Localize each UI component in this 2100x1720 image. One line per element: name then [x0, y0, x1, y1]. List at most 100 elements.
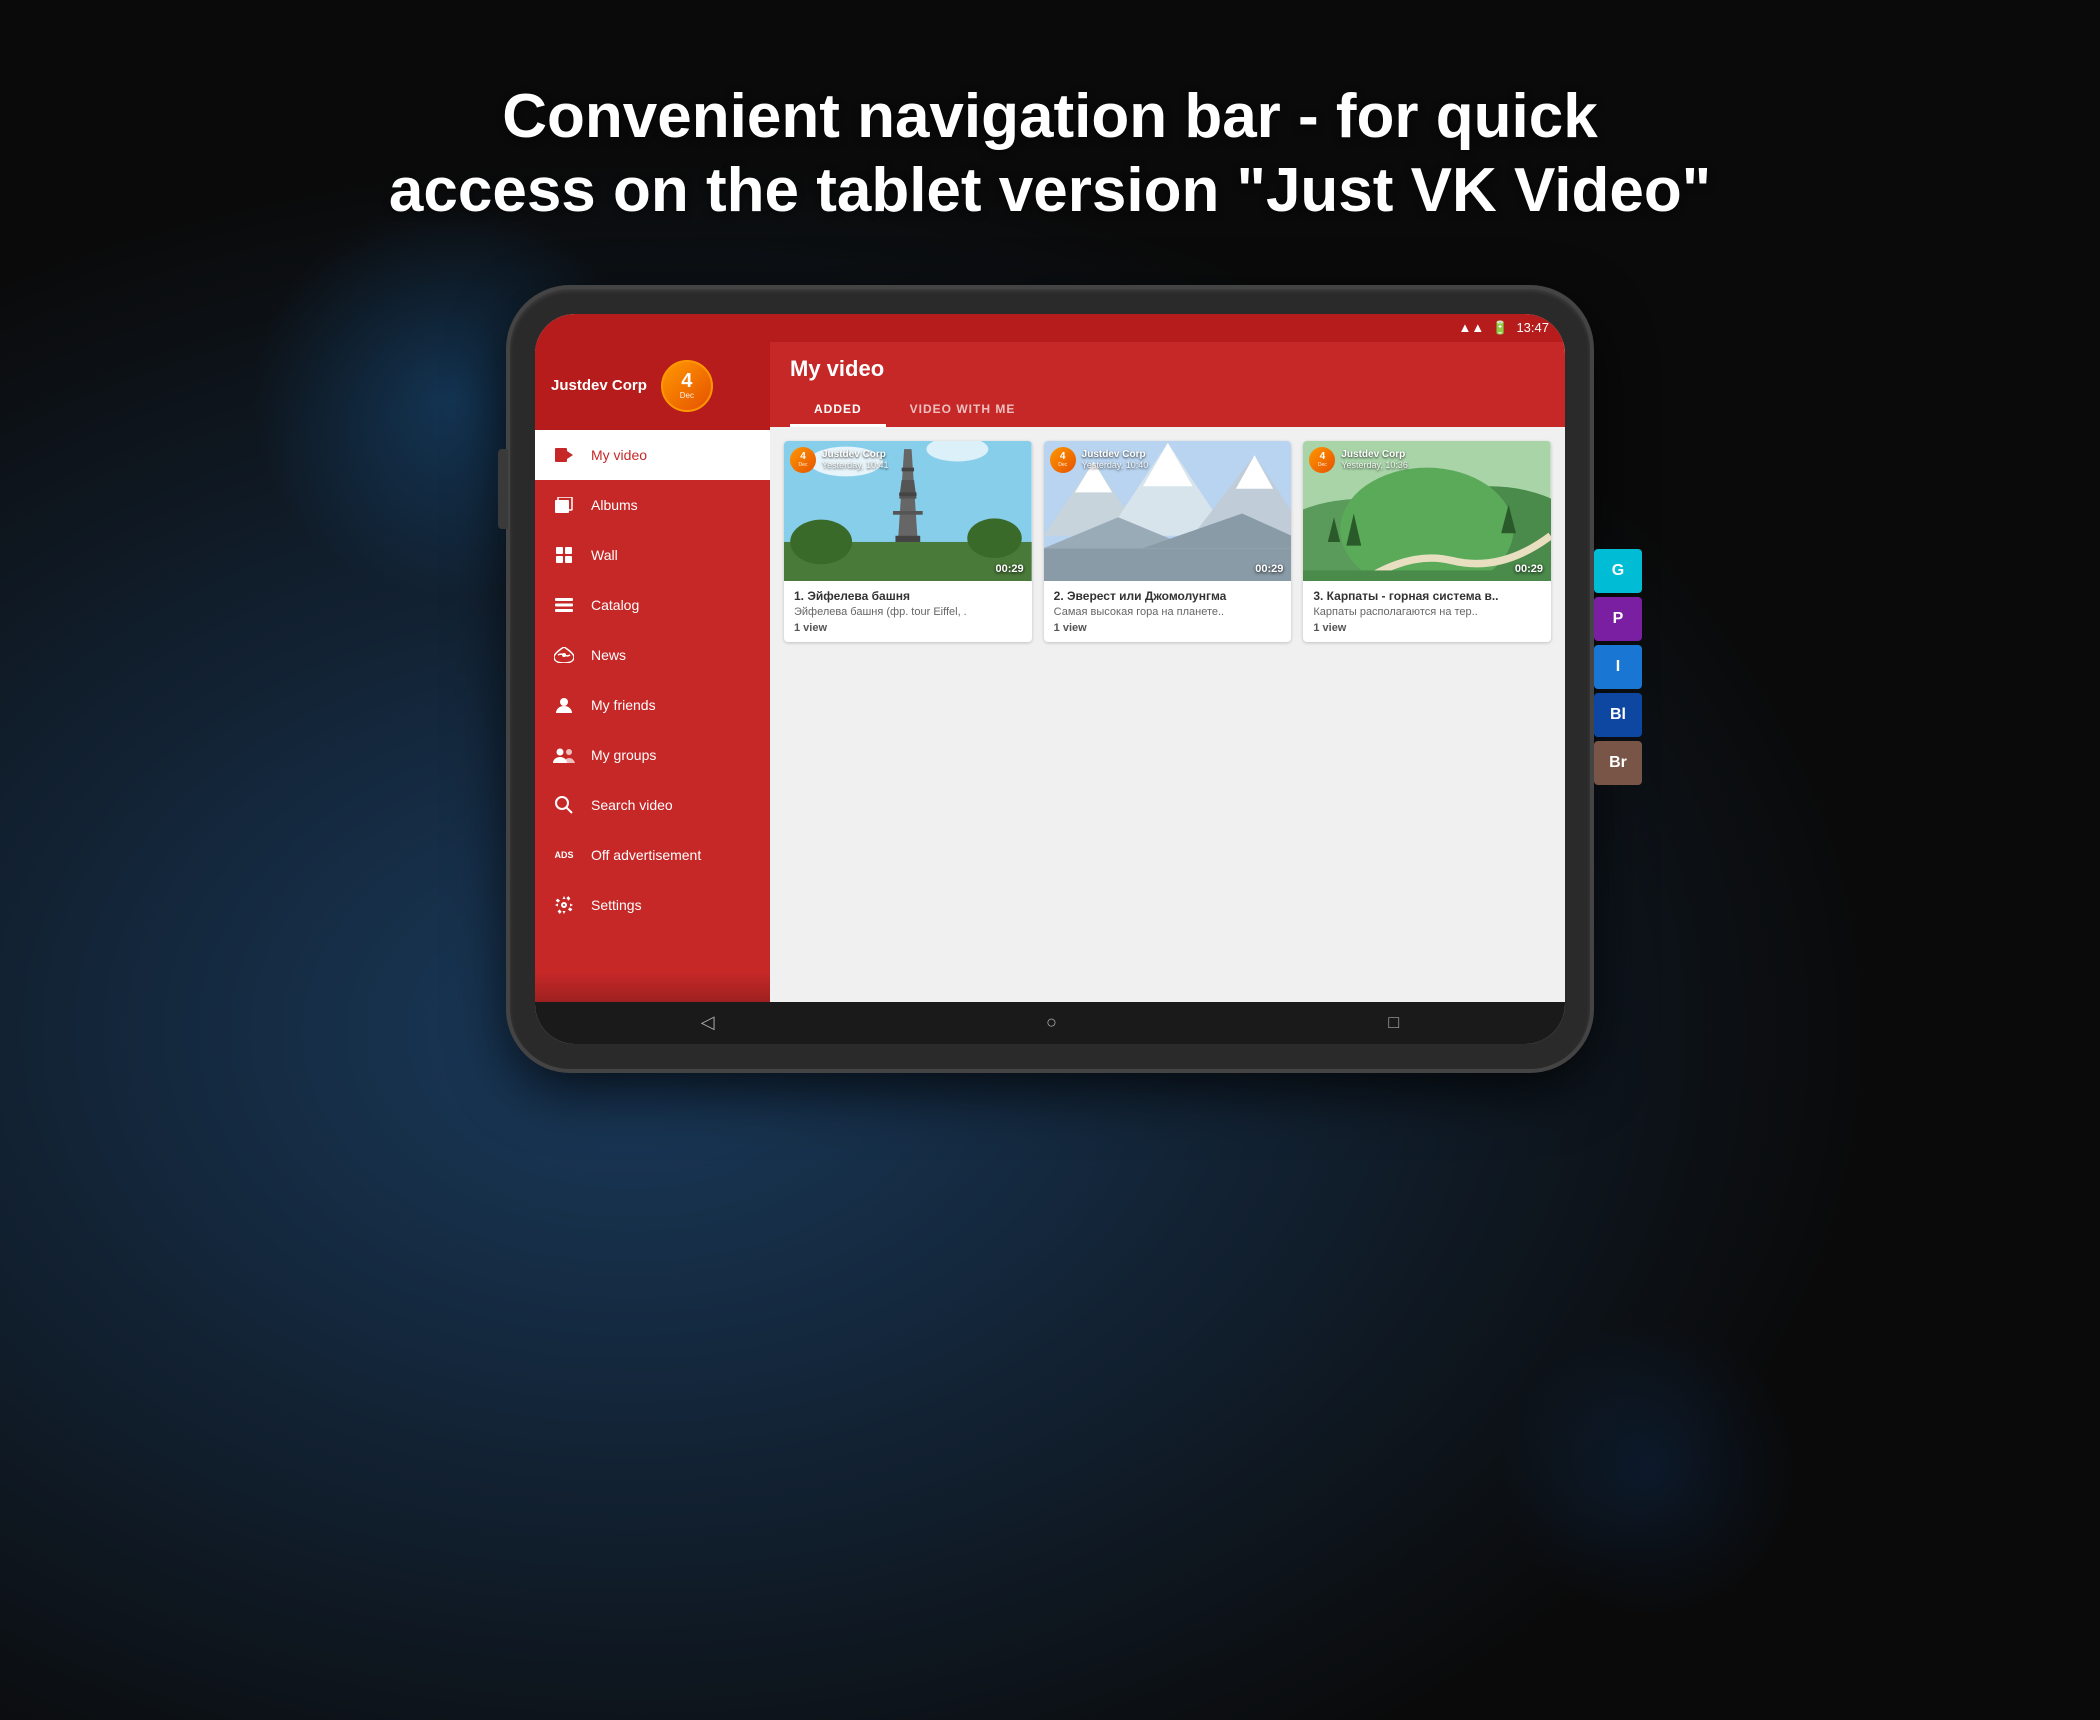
- sidebar-bottom-fade: [535, 972, 770, 1002]
- albums-icon: [553, 494, 575, 516]
- settings-icon: [553, 894, 575, 916]
- video-user-info-2: Justdev Corp Yesterday, 10:40: [1082, 449, 1149, 470]
- news-icon: [553, 644, 575, 666]
- video-user-name-3: Justdev Corp: [1341, 449, 1408, 460]
- status-bar: ▲▲ 🔋 13:47: [535, 314, 1565, 342]
- bottom-nav: ◁ ○ □: [535, 1002, 1565, 1044]
- sidebar-label-my-groups: My groups: [591, 747, 656, 763]
- right-tab-p[interactable]: P: [1594, 597, 1642, 641]
- sidebar-label-albums: Albums: [591, 497, 638, 513]
- sidebar-item-catalog[interactable]: Catalog: [535, 580, 770, 630]
- right-tab-g[interactable]: G: [1594, 549, 1642, 593]
- video-duration-1: 00:29: [996, 563, 1024, 575]
- sidebar-header: Justdev Corp 4 Dec: [535, 342, 770, 430]
- search-video-icon: [553, 794, 575, 816]
- right-tab-br[interactable]: Br: [1594, 741, 1642, 785]
- video-card-3[interactable]: 4 Dec Justdev Corp Yesterday, 10:36 00:2…: [1303, 441, 1551, 643]
- home-button[interactable]: ○: [1046, 1012, 1057, 1033]
- sidebar-item-my-groups[interactable]: My groups: [535, 730, 770, 780]
- wall-icon: [553, 544, 575, 566]
- right-tab-i[interactable]: I: [1594, 645, 1642, 689]
- video-title-1: 1. Эйфелева башня: [794, 589, 1022, 605]
- sidebar-label-wall: Wall: [591, 547, 618, 563]
- video-title-2: 2. Эверест или Джомолунгма: [1054, 589, 1282, 605]
- video-user-info-3: Justdev Corp Yesterday, 10:36: [1341, 449, 1408, 470]
- video-thumbnail-3: 4 Dec Justdev Corp Yesterday, 10:36 00:2…: [1303, 441, 1551, 581]
- sidebar-item-my-friends[interactable]: My friends: [535, 680, 770, 730]
- video-meta-2: 4 Dec Justdev Corp Yesterday, 10:40: [1050, 447, 1149, 473]
- headline-line1: Convenient navigation bar - for quick: [389, 80, 1711, 154]
- main-content: My video ADDED VIDEO WITH ME: [770, 342, 1565, 1002]
- right-tabs: G P I Bl Br: [1594, 549, 1642, 785]
- tab-added[interactable]: ADDED: [790, 394, 886, 427]
- main-title: My video: [790, 356, 1545, 382]
- avatar: 4 Dec: [661, 360, 713, 412]
- video-desc-3: Карпаты располагаются на тер..: [1313, 606, 1541, 618]
- sidebar: Justdev Corp 4 Dec: [535, 342, 770, 1002]
- video-duration-3: 00:29: [1515, 563, 1543, 575]
- video-views-3: 1 view: [1313, 622, 1541, 634]
- back-button[interactable]: ◁: [701, 1012, 715, 1033]
- video-date-3: Yesterday, 10:36: [1341, 460, 1408, 470]
- video-thumbnail-1: 4 Dec Justdev Corp Yesterday, 10:41 00:2…: [784, 441, 1032, 581]
- video-desc-2: Самая высокая гора на планете..: [1054, 606, 1282, 618]
- sidebar-label-my-friends: My friends: [591, 697, 656, 713]
- sidebar-label-catalog: Catalog: [591, 597, 639, 613]
- video-user-name-1: Justdev Corp: [822, 449, 889, 460]
- video-avatar-2: 4 Dec: [1050, 447, 1076, 473]
- video-card-1[interactable]: 4 Dec Justdev Corp Yesterday, 10:41 00:2…: [784, 441, 1032, 643]
- avatar-number: 4: [681, 371, 692, 391]
- off-advertisement-icon: ADS: [553, 844, 575, 866]
- battery-icon: 🔋: [1492, 320, 1508, 336]
- tablet-container: ▲▲ 🔋 13:47 Justdev Corp 4 Dec: [510, 289, 1590, 1069]
- sidebar-item-my-video[interactable]: My video: [535, 430, 770, 480]
- video-meta-1: 4 Dec Justdev Corp Yesterday, 10:41: [790, 447, 889, 473]
- avatar-month: Dec: [680, 391, 694, 400]
- sidebar-item-settings[interactable]: Settings: [535, 880, 770, 930]
- status-time: 13:47: [1516, 320, 1549, 335]
- wifi-icon: ▲▲: [1459, 320, 1485, 335]
- sidebar-label-settings: Settings: [591, 897, 642, 913]
- recent-button[interactable]: □: [1388, 1012, 1399, 1033]
- sidebar-item-off-advertisement[interactable]: ADS Off advertisement: [535, 830, 770, 880]
- tablet-frame: ▲▲ 🔋 13:47 Justdev Corp 4 Dec: [510, 289, 1590, 1069]
- sidebar-label-news: News: [591, 647, 626, 663]
- sidebar-item-search-video[interactable]: Search video: [535, 780, 770, 830]
- sidebar-label-my-video: My video: [591, 447, 647, 463]
- video-title-3: 3. Карпаты - горная система в..: [1313, 589, 1541, 605]
- video-duration-2: 00:29: [1255, 563, 1283, 575]
- video-info-2: 2. Эверест или Джомолунгма Самая высокая…: [1044, 581, 1292, 643]
- my-groups-icon: [553, 744, 575, 766]
- sidebar-item-news[interactable]: News: [535, 630, 770, 680]
- my-friends-icon: [553, 694, 575, 716]
- tablet-screen: ▲▲ 🔋 13:47 Justdev Corp 4 Dec: [535, 314, 1565, 1044]
- sidebar-nav: My video Albums: [535, 430, 770, 972]
- sidebar-label-search-video: Search video: [591, 797, 673, 813]
- sidebar-item-wall[interactable]: Wall: [535, 530, 770, 580]
- right-tab-bl[interactable]: Bl: [1594, 693, 1642, 737]
- sidebar-username: Justdev Corp: [551, 377, 647, 394]
- sidebar-item-albums[interactable]: Albums: [535, 480, 770, 530]
- video-info-1: 1. Эйфелева башня Эйфелева башня (фр. to…: [784, 581, 1032, 643]
- main-header: My video ADDED VIDEO WITH ME: [770, 342, 1565, 427]
- videos-section: 4 Dec Justdev Corp Yesterday, 10:41 00:2…: [770, 427, 1565, 1002]
- video-meta-3: 4 Dec Justdev Corp Yesterday, 10:36: [1309, 447, 1408, 473]
- video-card-2[interactable]: 4 Dec Justdev Corp Yesterday, 10:40 00:2…: [1044, 441, 1292, 643]
- video-views-2: 1 view: [1054, 622, 1282, 634]
- video-date-2: Yesterday, 10:40: [1082, 460, 1149, 470]
- video-user-info-1: Justdev Corp Yesterday, 10:41: [822, 449, 889, 470]
- tabs-bar: ADDED VIDEO WITH ME: [790, 394, 1545, 427]
- sidebar-label-off-advertisement: Off advertisement: [591, 847, 701, 863]
- tab-video-with-me[interactable]: VIDEO WITH ME: [886, 394, 1040, 427]
- video-date-1: Yesterday, 10:41: [822, 460, 889, 470]
- video-user-name-2: Justdev Corp: [1082, 449, 1149, 460]
- video-views-1: 1 view: [794, 622, 1022, 634]
- video-desc-1: Эйфелева башня (фр. tour Eiffel, .: [794, 606, 1022, 618]
- video-thumbnail-2: 4 Dec Justdev Corp Yesterday, 10:40 00:2…: [1044, 441, 1292, 581]
- catalog-icon: [553, 594, 575, 616]
- video-info-3: 3. Карпаты - горная система в.. Карпаты …: [1303, 581, 1551, 643]
- headline-line2: access on the tablet version "Just VK Vi…: [389, 154, 1711, 228]
- video-avatar-1: 4 Dec: [790, 447, 816, 473]
- app-body: Justdev Corp 4 Dec: [535, 342, 1565, 1002]
- headline: Convenient navigation bar - for quick ac…: [389, 80, 1711, 229]
